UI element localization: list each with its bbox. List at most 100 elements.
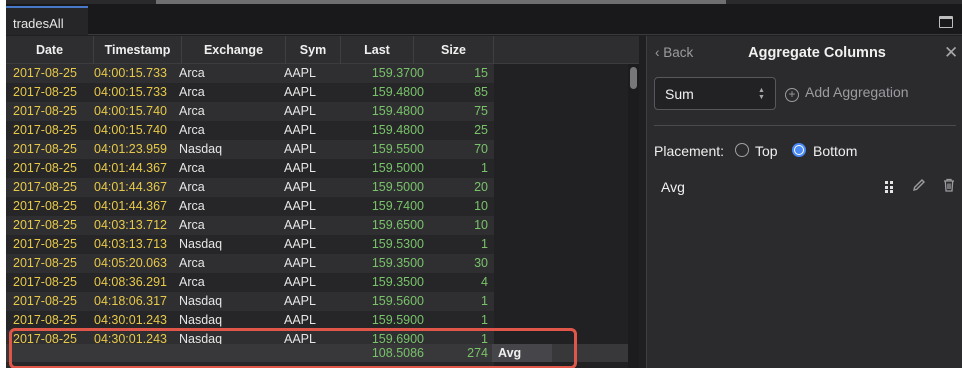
table-row[interactable]: 2017-08-25 04:00:15.733 Arca AAPL 159.4800 85: [6, 83, 494, 102]
tab-bar: tradesAll: [6, 4, 962, 35]
cell-size: 15: [474, 66, 488, 80]
cell-exchange: Arca: [179, 180, 205, 194]
cell-last: 159.3700: [371, 66, 424, 80]
drag-handle-icon[interactable]: [885, 181, 894, 193]
cell-size: 10: [474, 218, 488, 232]
cell-date: 2017-08-25: [13, 180, 77, 194]
operation-select-value: Sum: [665, 86, 694, 102]
cell-sym: AAPL: [284, 85, 316, 99]
data-grid: Date Timestamp Exchange Sym Last Size 20…: [6, 36, 639, 368]
cell-last: 159.5300: [371, 237, 424, 251]
cell-size: 70: [474, 142, 488, 156]
cell-size: 75: [474, 104, 488, 118]
cell-size: 1: [481, 237, 488, 251]
cell-timestamp: 04:01:44.367: [94, 199, 167, 213]
cell-sym: AAPL: [284, 237, 316, 251]
scrollbar-thumb[interactable]: [630, 67, 637, 89]
table-row[interactable]: 2017-08-25 04:03:13.713 Nasdaq AAPL 159.5300…: [6, 235, 494, 254]
close-icon[interactable]: ✕: [944, 43, 958, 63]
edit-icon[interactable]: [911, 177, 927, 193]
vertical-scrollbar[interactable]: [628, 64, 639, 368]
cell-sym: AAPL: [284, 199, 316, 213]
cell-timestamp: 04:00:15.740: [94, 123, 167, 137]
cell-size: 30: [474, 256, 488, 270]
placement-bottom-label[interactable]: Bottom: [813, 143, 857, 159]
cell-last: 159.4800: [371, 85, 424, 99]
chevron-left-icon: ‹: [655, 45, 660, 60]
back-button[interactable]: ‹ Back: [655, 45, 693, 60]
cell-date: 2017-08-25: [13, 104, 77, 118]
aggregate-row-highlight: [9, 328, 577, 368]
column-header-exchange[interactable]: Exchange: [182, 36, 286, 64]
cell-size: 10: [474, 199, 488, 213]
cell-sym: AAPL: [284, 256, 316, 270]
cell-size: 1: [481, 294, 488, 308]
table-row[interactable]: 2017-08-25 04:00:15.740 Arca AAPL 159.4800 25: [6, 121, 494, 140]
table-row[interactable]: 2017-08-25 04:01:44.367 Arca AAPL 159.7400 10: [6, 197, 494, 216]
cell-exchange: Nasdaq: [179, 294, 223, 308]
cell-exchange: Arca: [179, 199, 205, 213]
table-row[interactable]: 2017-08-25 04:03:13.712 Arca AAPL 159.6500 10: [6, 216, 494, 235]
placement-radio-top[interactable]: [735, 143, 749, 157]
table-row[interactable]: 2017-08-25 04:00:15.740 Arca AAPL 159.4800 75: [6, 102, 494, 121]
table-row[interactable]: 2017-08-25 04:18:06.317 Nasdaq AAPL 159.5600…: [6, 292, 494, 311]
cell-date: 2017-08-25: [13, 142, 77, 156]
cell-sym: AAPL: [284, 66, 316, 80]
cell-date: 2017-08-25: [13, 294, 77, 308]
table-row[interactable]: 2017-08-25 04:08:36.291 Arca AAPL 159.3500 4: [6, 273, 494, 292]
cell-last: 159.5500: [371, 142, 424, 156]
cell-date: 2017-08-25: [13, 66, 77, 80]
cell-timestamp: 04:08:36.291: [94, 275, 167, 289]
column-header-size[interactable]: Size: [414, 36, 494, 64]
cell-timestamp: 04:03:13.713: [94, 237, 167, 251]
maximize-icon[interactable]: [939, 16, 953, 28]
cell-timestamp: 04:05:20.063: [94, 256, 167, 270]
placement-label: Placement:: [654, 143, 725, 159]
column-header-date[interactable]: Date: [6, 36, 94, 64]
table-row[interactable]: 2017-08-25 04:01:23.959 Nasdaq AAPL 159.5500…: [6, 140, 494, 159]
cell-sym: AAPL: [284, 142, 316, 156]
cell-sym: AAPL: [284, 294, 316, 308]
placement-radio-bottom[interactable]: [792, 143, 806, 157]
cell-sym: AAPL: [284, 123, 316, 137]
cell-last: 159.5000: [371, 161, 424, 175]
grid-header: Date Timestamp Exchange Sym Last Size: [6, 36, 639, 64]
cell-exchange: Arca: [179, 85, 205, 99]
cell-exchange: Arca: [179, 256, 205, 270]
back-label: Back: [663, 45, 694, 60]
column-header-timestamp[interactable]: Timestamp: [94, 36, 182, 64]
cell-sym: AAPL: [284, 104, 316, 118]
cell-sym: AAPL: [284, 275, 316, 289]
cell-timestamp: 04:01:44.367: [94, 180, 167, 194]
cell-last: 159.3500: [371, 256, 424, 270]
table-row[interactable]: 2017-08-25 04:05:20.063 Arca AAPL 159.3500 30: [6, 254, 494, 273]
cell-date: 2017-08-25: [13, 161, 77, 175]
cell-last: 159.6500: [371, 218, 424, 232]
app-window: tradesAll Date Timestamp Exchange Sym La…: [6, 0, 962, 368]
add-aggregation-label: Add Aggregation: [805, 84, 909, 100]
aggregation-item-avg[interactable]: Avg: [661, 179, 685, 195]
cell-sym: AAPL: [284, 180, 316, 194]
cell-last: 159.7400: [371, 199, 424, 213]
table-row[interactable]: 2017-08-25 04:01:44.367 Arca AAPL 159.5000 1: [6, 159, 494, 178]
cell-exchange: Nasdaq: [179, 142, 223, 156]
cell-exchange: Nasdaq: [179, 237, 223, 251]
cell-sym: AAPL: [284, 161, 316, 175]
table-row[interactable]: 2017-08-25 04:00:15.733 Arca AAPL 159.3700 15: [6, 64, 494, 83]
tab-tradesall[interactable]: tradesAll: [6, 6, 88, 35]
add-aggregation-button[interactable]: + Add Aggregation: [785, 84, 909, 102]
cell-last: 159.5000: [371, 180, 424, 194]
cell-exchange: Arca: [179, 161, 205, 175]
operation-select[interactable]: Sum ▲ ▼: [654, 77, 776, 110]
column-header-sym[interactable]: Sym: [286, 36, 341, 64]
placement-top-label[interactable]: Top: [755, 143, 778, 159]
cell-last: 159.3500: [371, 275, 424, 289]
cell-exchange: Arca: [179, 275, 205, 289]
cell-date: 2017-08-25: [13, 199, 77, 213]
table-row[interactable]: 2017-08-25 04:01:44.367 Arca AAPL 159.5000 20: [6, 178, 494, 197]
trash-icon[interactable]: [941, 177, 957, 193]
cell-date: 2017-08-25: [13, 275, 77, 289]
column-header-last[interactable]: Last: [341, 36, 414, 64]
cell-last: 159.5600: [371, 294, 424, 308]
aggregate-columns-panel: ‹ Back Aggregate Columns ✕ Sum ▲ ▼ + Add A…: [646, 36, 962, 368]
